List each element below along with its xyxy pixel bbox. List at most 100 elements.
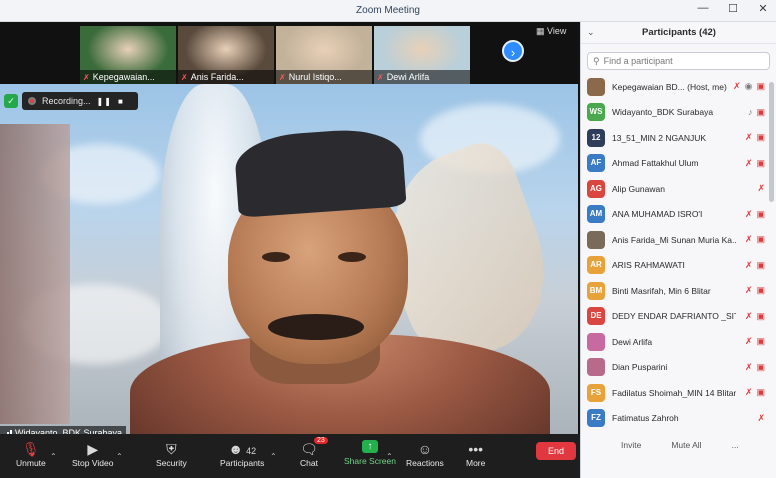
recording-label: Recording... [42,96,91,106]
more-dots-icon: ••• [468,441,484,457]
unmute-button[interactable]: 🎙 Unmute [16,440,46,468]
unmute-label: Unmute [16,458,46,468]
participant-thumbnail[interactable]: ✗ Anis Farida... [178,26,274,84]
participant-name: 13_51_MIN 2 NGANJUK [612,132,707,143]
participant-row[interactable]: DE DEDY ENDAR DAFRIANTO _SITU... ✗▣ [581,304,769,330]
participants-icon: ☻ 42 [228,441,257,457]
participant-row[interactable]: FZ Fatimatus Zahroh ✗ [581,406,769,432]
participant-row[interactable]: Kepegawaian BD... (Host, me) ✗ ◉ ▣ [581,74,769,100]
thumbnail-name-tag: ✗ Anis Farida... [178,70,274,84]
participant-name: Fatimatus Zahroh [612,413,679,424]
video-off-icon: ▣ [756,106,765,117]
participant-name: Widayanto_BDK Surabaya [612,107,714,118]
video-off-icon: ▣ [756,336,765,346]
mic-muted-icon: ✗ [744,310,753,321]
avatar: DE [587,307,605,326]
participant-status-icons: ✗ ▣ [745,362,765,373]
participant-status-icons: ✗ [757,183,765,194]
mic-muted-icon: ✗ [181,72,188,82]
mic-muted-icon: ✗ [744,208,753,219]
reactions-label: Reactions [406,458,444,468]
participant-status-icons: ✗ ▣ [745,336,765,347]
participant-row[interactable]: Dewi Arlifa ✗ ▣ [581,329,769,355]
participant-thumbnail[interactable]: ✗ Dewi Arlifa [374,26,470,84]
search-icon: ⚲ [593,55,600,66]
participants-count: 42 [246,446,257,456]
video-off-icon: ▣ [756,132,765,142]
chat-unread-badge: 23 [314,437,328,444]
mic-muted-icon: ✗ [744,132,753,142]
participant-status-icons: ✗ ▣ [745,285,765,296]
participant-row[interactable]: BM Binti Masrifah, Min 6 Blitar ✗ ▣ [581,278,769,304]
participant-row[interactable]: Anis Farida_Mi Sunan Muria Ka... ✗ ▣ [581,227,769,253]
view-label: View [547,26,567,36]
panel-more-button[interactable]: ... [732,440,739,478]
security-button[interactable]: ⛨ Security [156,440,187,468]
chat-button[interactable]: 🗨 23 Chat [300,437,328,468]
thumbnail-name-tag: ✗ Dewi Arlifa [374,70,470,84]
search-placeholder: Find a participant [603,56,673,66]
participant-search-input[interactable]: ⚲ Find a participant [587,52,770,70]
participant-row[interactable]: 12 13_51_MIN 2 NGANJUK ✗ ▣ [581,125,769,151]
security-label: Security [156,458,187,468]
pause-recording-icon[interactable]: ❚❚ [97,97,112,106]
minimize-icon[interactable]: — [696,2,710,15]
thumbnail-name: Anis Farida... [190,72,244,82]
participant-row[interactable]: FS Fadilatus Shoimah_MIN 14 Blitar ✗ ▣ [581,380,769,406]
participants-options-chevron-icon[interactable]: ⌃ [270,452,277,461]
reactions-icon: ☺ [417,441,433,457]
mic-muted-icon: 🎙 [21,441,40,457]
more-button[interactable]: ••• More [466,440,485,468]
participant-row[interactable]: AM ANA MUHAMAD ISRO'I ✗ ▣ [581,202,769,228]
participant-list-scrollbar[interactable] [769,82,774,202]
active-speaker-video[interactable] [0,84,578,442]
end-meeting-button[interactable]: End [536,442,576,460]
avatar: 12 [587,128,605,147]
mute-all-button[interactable]: Mute All [671,440,701,478]
participant-row[interactable]: AR ARIS RAHMAWATI ✗ ▣ [581,253,769,279]
avatar: FS [587,383,605,402]
window-controls: — ☐ ✕ [696,2,770,15]
avatar: AF [587,154,605,173]
participants-panel: ⌄ Participants (42) ⚲ Find a participant… [580,22,776,478]
avatar: FZ [587,409,605,428]
security-shield-icon[interactable]: ✓ [4,94,18,108]
video-options-chevron-icon[interactable]: ⌃ [116,452,123,461]
stop-video-button[interactable]: ▶ Stop Video [72,440,113,468]
participant-name: Dewi Arlifa [612,336,653,347]
close-icon[interactable]: ✕ [756,2,770,15]
audio-options-chevron-icon[interactable]: ⌃ [50,452,57,461]
mic-muted-icon: ✗ [744,285,753,295]
more-label: More [466,458,486,468]
reactions-button[interactable]: ☺ Reactions [406,440,444,468]
mic-muted-icon: ✗ [744,361,753,372]
participant-thumbnail[interactable]: ✗ Nurul Istiqo... [276,26,372,84]
participants-panel-footer: Invite Mute All ... [581,440,776,478]
video-off-icon: ▣ [756,208,765,219]
participant-list: Kepegawaian BD... (Host, me) ✗ ◉ ▣ WS Widayan… [581,74,769,431]
mic-muted-icon: ✗ [733,81,741,91]
stop-recording-icon[interactable]: ■ [118,97,124,106]
stop-video-label: Stop Video [72,458,114,468]
participant-row[interactable]: WS Widayanto_BDK Surabaya ♪ ▣ [581,100,769,126]
participant-row[interactable]: AG Alip Gunawan ✗ [581,176,769,202]
participant-row[interactable]: AF Ahmad Fattakhul Ulum ✗ ▣ [581,151,769,177]
participant-thumbnail[interactable]: ✗ Kepegawaian... [80,26,176,84]
share-options-chevron-icon[interactable]: ⌃ [386,452,393,461]
participant-name: DEDY ENDAR DAFRIANTO _SITU... [612,311,736,322]
avatar [587,358,605,377]
invite-button[interactable]: Invite [621,440,641,478]
video-off-icon: ▣ [756,259,765,270]
participant-status-icons: ✗ [757,413,765,424]
participant-status-icons: ✗ ▣ [745,311,765,322]
thumbnail-name: Kepegawaian... [92,72,155,82]
next-page-icon[interactable]: › [502,40,524,62]
participant-status-icons: ✗ ▣ [745,158,765,169]
participant-row[interactable]: Dian Pusparini ✗ ▣ [581,355,769,381]
avatar: AR [587,256,605,275]
view-button[interactable]: ▦ View [536,26,566,37]
avatar [587,77,605,96]
participants-button[interactable]: ☻ 42 Participants [220,440,264,468]
maximize-icon[interactable]: ☐ [726,2,740,15]
participants-label: Participants [220,458,265,468]
